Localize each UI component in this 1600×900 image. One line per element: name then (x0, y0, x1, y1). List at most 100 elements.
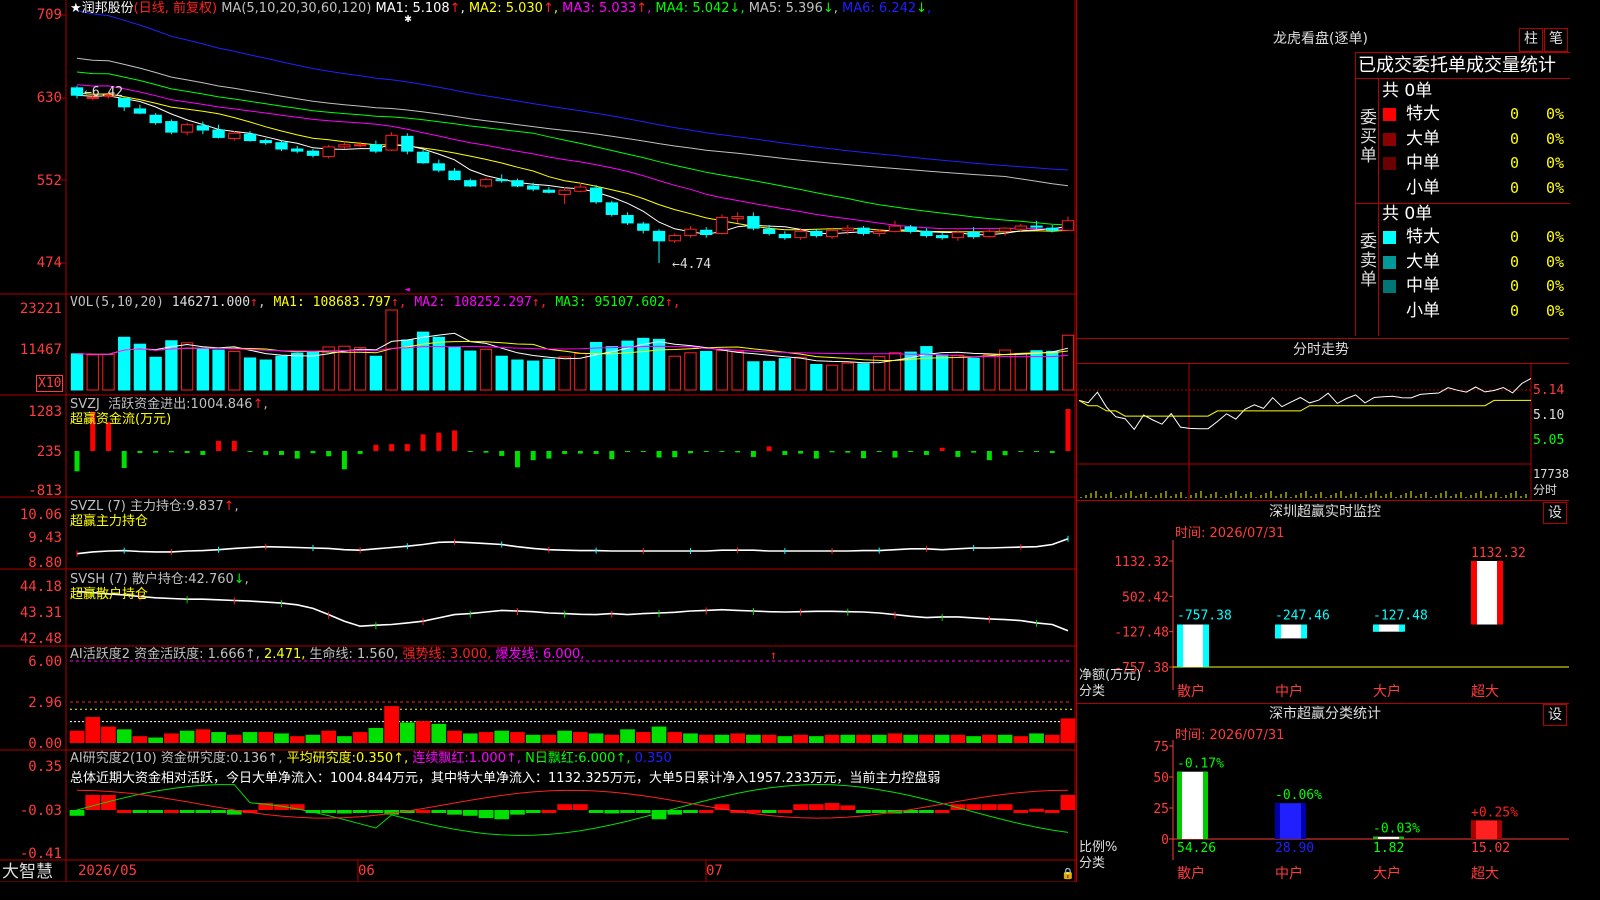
tick-view-button[interactable]: 笔 (1544, 28, 1568, 52)
candle-up (1014, 225, 1027, 230)
activity-bar (541, 734, 557, 743)
app-logo: 大智慧 (2, 862, 53, 882)
ma-line (76, 94, 1069, 236)
retail-hold-line (76, 590, 1069, 632)
fund-flow-bar (294, 451, 300, 459)
activity-bar (1013, 736, 1029, 743)
research-bar (635, 810, 651, 813)
candle-up (825, 229, 839, 238)
research-wave-red (76, 789, 1069, 819)
fund-flow-bar (845, 451, 851, 453)
ai-activity-header: AI活跃度2 资金活跃度: 1.666↑, 2.471, 生命线: 1.560,… (70, 647, 585, 662)
buy-swatch (1383, 132, 1396, 146)
vol-bar-down (259, 359, 272, 391)
research-bar (447, 810, 462, 815)
activity-bar (478, 732, 494, 743)
activity-bar (431, 723, 447, 743)
fl-bar-edge (1275, 803, 1280, 839)
sz-bar-edge (1301, 624, 1307, 639)
bar-view-button[interactable]: 柱 (1519, 28, 1543, 52)
candle-down (700, 229, 713, 236)
buy-row-pct: 0% (1546, 154, 1565, 172)
vol-bar-down (306, 351, 320, 391)
candle-down (857, 227, 870, 234)
vol-bar-down (511, 359, 524, 391)
research-bar (132, 810, 148, 813)
activity-bar (903, 734, 919, 743)
activity-bar (683, 733, 698, 743)
sell-swatch (1383, 304, 1396, 318)
fl-bar-edge (1497, 820, 1502, 839)
lock-icon[interactable]: 🔒 (1061, 866, 1075, 881)
stock-name[interactable]: ★润邦股份 (70, 1, 134, 16)
main-chart-area[interactable]: ✱ ◄ ↑ ★润邦股份(日线, 前复权) MA(5,10,20,30,60,120)… (0, 0, 1076, 882)
vol-bar-down (291, 352, 304, 391)
sz-bar-edge (1399, 624, 1405, 632)
fund-flow-bar (766, 446, 772, 451)
fs-avg-line (1078, 399, 1531, 417)
fl-tick: 50 (1153, 771, 1169, 786)
vol-bar-up (668, 355, 681, 391)
ai2-tick: -0.41 (19, 846, 62, 862)
candle-down (511, 180, 524, 187)
ai1-item: 1.560, (357, 647, 403, 662)
vol-bar-up (1061, 334, 1075, 391)
sz-monitor-chart: 1132.32502.42-127.48-757.38-757.38散户-247… (1114, 540, 1569, 700)
fund-flow-bar (829, 451, 835, 453)
sell-row-count: 0 (1510, 277, 1520, 295)
fund-flow-bar (184, 451, 190, 453)
date-tick: 2026/05 (78, 863, 138, 879)
activity-bar (525, 734, 541, 743)
vol-bar-down (70, 353, 84, 391)
buy-row-pct: 0% (1546, 129, 1565, 148)
candle-down (920, 230, 933, 237)
activity-bar (85, 717, 101, 743)
lhb-title: 龙虎看盘(逐单) (1273, 31, 1368, 47)
sz-settings-button[interactable]: 设 (1543, 502, 1567, 524)
vol-bar-down (432, 336, 445, 391)
activity-bar (730, 733, 746, 743)
fl-bar-edge (1471, 820, 1476, 839)
candle-up (558, 189, 571, 195)
research-bar (808, 804, 824, 810)
candle-down (527, 185, 540, 190)
fl-change: +0.25% (1471, 805, 1518, 820)
candle-up (951, 231, 965, 239)
candle-down (810, 230, 823, 237)
fl-category: 中户 (1275, 865, 1303, 882)
vol-bar-down (700, 350, 713, 391)
vol-bar-down (920, 346, 933, 391)
vol-bar-up (574, 352, 587, 391)
fund-flow-bar (939, 447, 945, 451)
ai2-item: 6.000↑, (578, 751, 635, 766)
buy-row-pct: 0% (1546, 105, 1565, 123)
fs-price-line (1078, 377, 1532, 431)
ma-arrow: ↑ (542, 1, 554, 16)
activity-bar (148, 737, 164, 743)
fund-flow-bar (231, 440, 237, 451)
vol-ma-label: MA2: (414, 295, 454, 310)
order-stat-box: 已成交委托单成交量统计 委买单 共 0单 特大 0 0% 大单 0 0% 中单 0 0% 小单 0 0… (1355, 52, 1570, 336)
svsh-header: SVSH (7) 散户持仓:42.760↓, (70, 572, 249, 587)
research-bar (525, 810, 541, 813)
activity-bar (651, 726, 667, 743)
kline-chart-svg[interactable]: ✱◄↑ (0, 0, 1076, 882)
sell-row-count: 0 (1510, 228, 1520, 246)
ma-label: MA4: (655, 1, 693, 16)
vol-bar-down (1046, 350, 1059, 391)
fund-flow-bar (467, 451, 473, 452)
fl-settings-button[interactable]: 设 (1543, 704, 1567, 726)
candle-up (353, 144, 367, 147)
vol-ma-value: 95107.602 (594, 295, 665, 310)
vol-bar-up (951, 354, 965, 391)
fund-flow-bar (373, 444, 379, 451)
ai2-item: 资金研究度: (160, 751, 231, 766)
research-bar (620, 810, 635, 813)
fenshi-chart[interactable] (1077, 364, 1569, 500)
activity-bar (667, 732, 683, 743)
svzl-tick: 8.80 (28, 555, 62, 571)
buy-row-count: 0 (1510, 154, 1520, 172)
research-bar (431, 810, 447, 813)
vol-bar-down (527, 360, 540, 391)
sz-monitor-title: 深圳超赢实时监控 (1269, 504, 1381, 520)
